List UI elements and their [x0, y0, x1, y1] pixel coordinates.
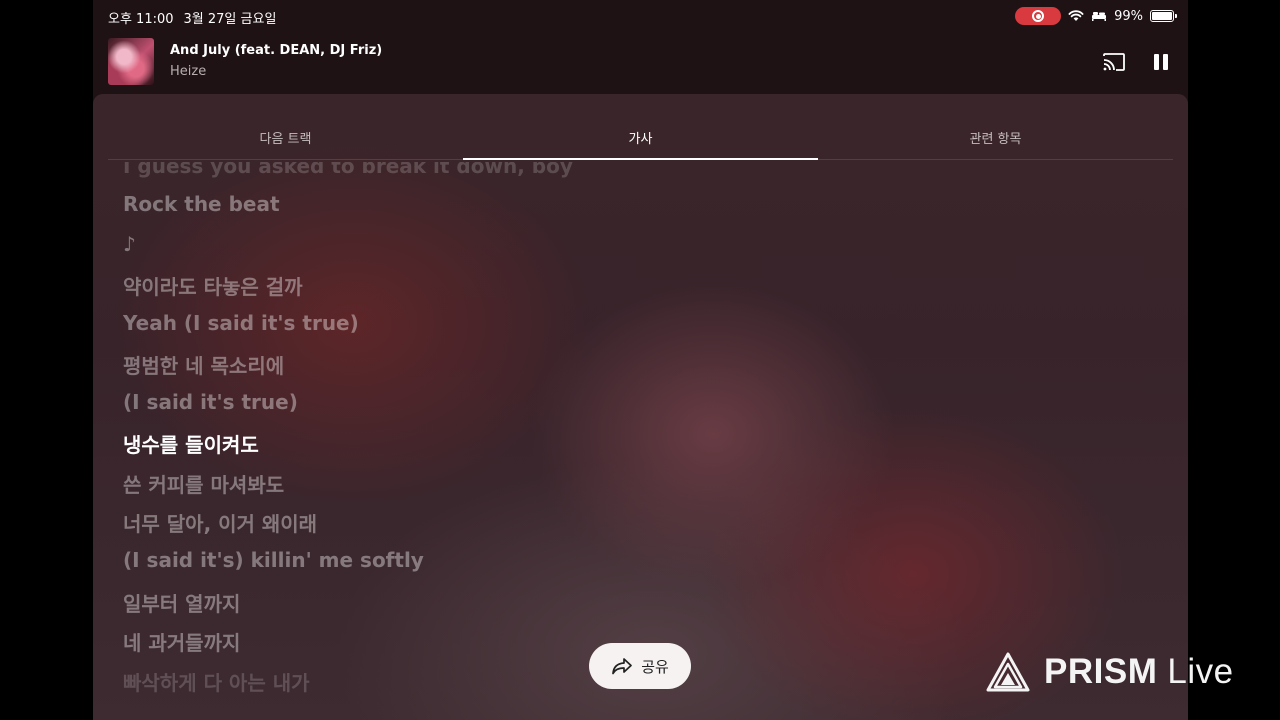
lyric-line: (I said it's) killin' me softly — [123, 548, 424, 572]
lyrics-list[interactable]: I guess you asked to break it down, boy … — [123, 162, 1023, 720]
status-bar: 오후 11:00 3월 27일 금요일 99% — [93, 0, 1188, 32]
status-left: 오후 11:00 3월 27일 금요일 — [108, 8, 276, 27]
status-time: 오후 11:00 — [108, 12, 174, 27]
lyric-line: Yeah (I said it's true) — [123, 311, 359, 335]
watermark-suffix: Live — [1167, 652, 1234, 691]
lyric-line: (I said it's true) — [123, 390, 298, 414]
prism-logo-icon — [986, 652, 1030, 692]
prism-live-watermark: PRISM Live — [986, 652, 1234, 692]
lyric-line: I guess you asked to break it down, boy — [123, 162, 573, 178]
watermark-brand: PRISM — [1044, 652, 1158, 691]
tab-related[interactable]: 관련 항목 — [818, 120, 1173, 159]
battery-percent: 99% — [1114, 8, 1143, 24]
bed-icon — [1092, 12, 1107, 21]
lyric-line: ♪ — [123, 232, 136, 256]
wifi-icon — [1068, 10, 1084, 21]
cast-icon[interactable] — [1102, 52, 1126, 72]
lyric-line: 평범한 네 목소리에 — [123, 354, 285, 378]
lyric-line: 약이라도 타놓은 걸까 — [123, 275, 303, 299]
tab-up-next[interactable]: 다음 트랙 — [108, 120, 463, 159]
share-label: 공유 — [641, 657, 669, 676]
mini-player[interactable]: And July (feat. DEAN, DJ Friz) Heize — [108, 38, 1173, 86]
lyric-line: 쓴 커피를 마셔봐도 — [123, 473, 285, 497]
status-date: 3월 27일 금요일 — [183, 12, 277, 27]
lyrics-panel: 다음 트랙 가사 관련 항목 I guess you asked to brea… — [93, 94, 1188, 720]
pause-icon[interactable] — [1152, 52, 1170, 72]
lyric-line: 너무 달아, 이거 왜이래 — [123, 512, 318, 536]
lyric-line: 일부터 열까지 — [123, 592, 241, 616]
lyric-line: 빠삭하게 다 아는 내가 — [123, 671, 310, 695]
lyric-line-current: 냉수를 들이켜도 — [123, 433, 259, 457]
lyric-line: 네 과거들까지 — [123, 631, 241, 655]
track-artist[interactable]: Heize — [170, 64, 206, 79]
track-title[interactable]: And July (feat. DEAN, DJ Friz) — [170, 43, 382, 58]
battery-icon — [1150, 10, 1177, 22]
status-right: 99% — [1015, 7, 1177, 25]
album-art[interactable] — [108, 38, 154, 85]
tab-lyrics[interactable]: 가사 — [463, 120, 818, 160]
share-button[interactable]: 공유 — [589, 643, 691, 689]
share-icon — [612, 658, 633, 675]
lyric-line: Rock the beat — [123, 192, 280, 216]
music-app-screen: 오후 11:00 3월 27일 금요일 99% And July (feat. … — [93, 0, 1188, 720]
tab-bar: 다음 트랙 가사 관련 항목 — [108, 120, 1173, 160]
record-icon[interactable] — [1015, 7, 1062, 25]
